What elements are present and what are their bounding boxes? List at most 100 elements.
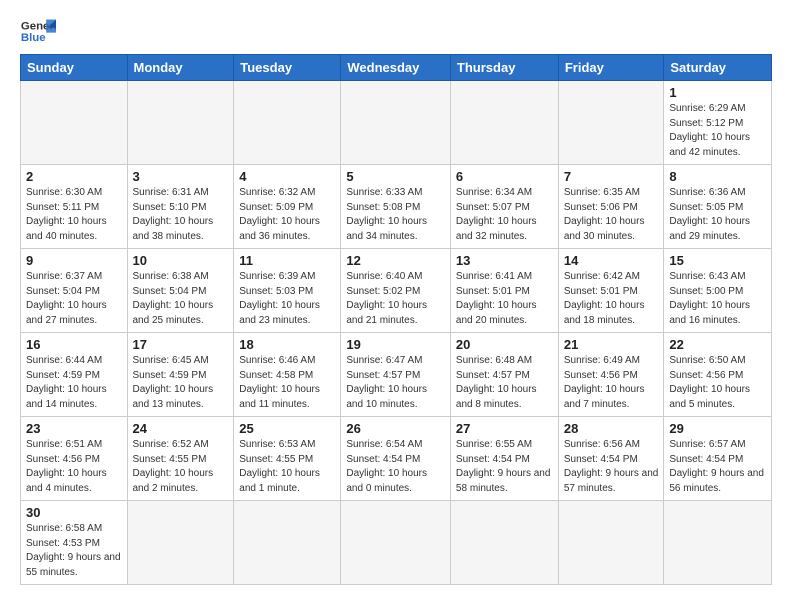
calendar-day-cell: 18 Sunrise: 6:46 AM Sunset: 4:58 PM Dayli…	[234, 333, 341, 417]
day-info: Sunrise: 6:42 AM Sunset: 5:01 PM Dayligh…	[564, 270, 659, 328]
calendar-day-cell: 14Sunrise: 6:42 AM Sunset: 5:01 PM Dayli…	[558, 249, 664, 333]
day-number: 5	[346, 169, 445, 184]
calendar-day-cell: 7Sunrise: 6:35 AM Sunset: 5:06 PM Daylig…	[558, 165, 664, 249]
calendar-day-cell: 13 Sunrise: 6:41 AM Sunset: 5:01 PM Dayli…	[450, 249, 558, 333]
day-info: Sunrise: 6:51 AM Sunset: 4:56 PM Dayligh…	[26, 438, 122, 496]
calendar-day-cell	[234, 81, 341, 165]
day-number: 3	[133, 169, 229, 184]
day-info: Sunrise: 6:30 AM Sunset: 5:11 PM Dayligh…	[26, 186, 122, 244]
calendar-table: SundayMondayTuesdayWednesdayThursdayFrid…	[20, 54, 772, 585]
calendar-day-cell: 22Sunrise: 6:50 AM Sunset: 4:56 PM Dayli…	[664, 333, 772, 417]
calendar-week-6: 30 Sunrise: 6:58 AM Sunset: 4:53 PM Dayli…	[21, 501, 772, 585]
calendar-day-cell: 11 Sunrise: 6:39 AM Sunset: 5:03 PM Dayli…	[234, 249, 341, 333]
day-info: Sunrise: 6:57 AM Sunset: 4:54 PM Dayligh…	[669, 438, 766, 496]
calendar-week-5: 23 Sunrise: 6:51 AM Sunset: 4:56 PM Dayli…	[21, 417, 772, 501]
day-info: Sunrise: 6:38 AM Sunset: 5:04 PM Dayligh…	[133, 270, 229, 328]
weekday-header-row: SundayMondayTuesdayWednesdayThursdayFrid…	[21, 55, 772, 81]
calendar-week-3: 9Sunrise: 6:37 AM Sunset: 5:04 PM Daylig…	[21, 249, 772, 333]
calendar-day-cell	[127, 81, 234, 165]
calendar-day-cell: 16 Sunrise: 6:44 AM Sunset: 4:59 PM Dayli…	[21, 333, 128, 417]
day-number: 29	[669, 421, 766, 436]
page: General Blue SundayMondayTuesdayWednesda…	[0, 0, 792, 601]
day-info: Sunrise: 6:53 AM Sunset: 4:55 PM Dayligh…	[239, 438, 335, 496]
day-info: Sunrise: 6:52 AM Sunset: 4:55 PM Dayligh…	[133, 438, 229, 496]
calendar-day-cell: 3 Sunrise: 6:31 AM Sunset: 5:10 PM Daylig…	[127, 165, 234, 249]
calendar-day-cell: 1 Sunrise: 6:29 AM Sunset: 5:12 PM Daylig…	[664, 81, 772, 165]
calendar-week-2: 2 Sunrise: 6:30 AM Sunset: 5:11 PM Daylig…	[21, 165, 772, 249]
day-number: 10	[133, 253, 229, 268]
day-number: 11	[239, 253, 335, 268]
calendar-day-cell: 26 Sunrise: 6:54 AM Sunset: 4:54 PM Dayli…	[341, 417, 451, 501]
calendar-day-cell: 30 Sunrise: 6:58 AM Sunset: 4:53 PM Dayli…	[21, 501, 128, 585]
calendar-week-1: 1 Sunrise: 6:29 AM Sunset: 5:12 PM Daylig…	[21, 81, 772, 165]
day-info: Sunrise: 6:41 AM Sunset: 5:01 PM Dayligh…	[456, 270, 553, 328]
calendar-week-4: 16 Sunrise: 6:44 AM Sunset: 4:59 PM Dayli…	[21, 333, 772, 417]
generalblue-logo-icon: General Blue	[20, 16, 56, 46]
day-info: Sunrise: 6:48 AM Sunset: 4:57 PM Dayligh…	[456, 354, 553, 412]
calendar-day-cell	[558, 81, 664, 165]
calendar-day-cell: 23 Sunrise: 6:51 AM Sunset: 4:56 PM Dayli…	[21, 417, 128, 501]
day-info: Sunrise: 6:55 AM Sunset: 4:54 PM Dayligh…	[456, 438, 553, 496]
calendar-day-cell	[450, 81, 558, 165]
day-number: 23	[26, 421, 122, 436]
day-number: 7	[564, 169, 659, 184]
calendar-day-cell	[341, 501, 451, 585]
day-number: 4	[239, 169, 335, 184]
day-number: 2	[26, 169, 122, 184]
weekday-header-tuesday: Tuesday	[234, 55, 341, 81]
day-info: Sunrise: 6:40 AM Sunset: 5:02 PM Dayligh…	[346, 270, 445, 328]
day-info: Sunrise: 6:32 AM Sunset: 5:09 PM Dayligh…	[239, 186, 335, 244]
calendar-day-cell: 12Sunrise: 6:40 AM Sunset: 5:02 PM Dayli…	[341, 249, 451, 333]
day-number: 26	[346, 421, 445, 436]
day-info: Sunrise: 6:58 AM Sunset: 4:53 PM Dayligh…	[26, 522, 122, 580]
calendar-day-cell: 17 Sunrise: 6:45 AM Sunset: 4:59 PM Dayli…	[127, 333, 234, 417]
calendar-day-cell: 28 Sunrise: 6:56 AM Sunset: 4:54 PM Dayli…	[558, 417, 664, 501]
calendar-day-cell: 29 Sunrise: 6:57 AM Sunset: 4:54 PM Dayli…	[664, 417, 772, 501]
day-info: Sunrise: 6:56 AM Sunset: 4:54 PM Dayligh…	[564, 438, 659, 496]
day-info: Sunrise: 6:33 AM Sunset: 5:08 PM Dayligh…	[346, 186, 445, 244]
calendar-day-cell: 24 Sunrise: 6:52 AM Sunset: 4:55 PM Dayli…	[127, 417, 234, 501]
day-number: 16	[26, 337, 122, 352]
day-number: 30	[26, 505, 122, 520]
calendar-day-cell: 5 Sunrise: 6:33 AM Sunset: 5:08 PM Daylig…	[341, 165, 451, 249]
day-number: 18	[239, 337, 335, 352]
weekday-header-friday: Friday	[558, 55, 664, 81]
day-info: Sunrise: 6:47 AM Sunset: 4:57 PM Dayligh…	[346, 354, 445, 412]
day-number: 28	[564, 421, 659, 436]
day-info: Sunrise: 6:54 AM Sunset: 4:54 PM Dayligh…	[346, 438, 445, 496]
day-info: Sunrise: 6:49 AM Sunset: 4:56 PM Dayligh…	[564, 354, 659, 412]
calendar-day-cell: 2 Sunrise: 6:30 AM Sunset: 5:11 PM Daylig…	[21, 165, 128, 249]
calendar-day-cell: 27 Sunrise: 6:55 AM Sunset: 4:54 PM Dayli…	[450, 417, 558, 501]
day-info: Sunrise: 6:34 AM Sunset: 5:07 PM Dayligh…	[456, 186, 553, 244]
day-number: 27	[456, 421, 553, 436]
day-number: 13	[456, 253, 553, 268]
day-number: 1	[669, 85, 766, 100]
calendar-day-cell	[234, 501, 341, 585]
day-number: 8	[669, 169, 766, 184]
day-info: Sunrise: 6:45 AM Sunset: 4:59 PM Dayligh…	[133, 354, 229, 412]
calendar-day-cell	[127, 501, 234, 585]
weekday-header-thursday: Thursday	[450, 55, 558, 81]
calendar-day-cell: 19 Sunrise: 6:47 AM Sunset: 4:57 PM Dayli…	[341, 333, 451, 417]
day-info: Sunrise: 6:46 AM Sunset: 4:58 PM Dayligh…	[239, 354, 335, 412]
calendar-day-cell	[558, 501, 664, 585]
calendar-day-cell: 15 Sunrise: 6:43 AM Sunset: 5:00 PM Dayli…	[664, 249, 772, 333]
day-number: 22	[669, 337, 766, 352]
day-info: Sunrise: 6:29 AM Sunset: 5:12 PM Dayligh…	[669, 102, 766, 160]
day-number: 17	[133, 337, 229, 352]
day-info: Sunrise: 6:37 AM Sunset: 5:04 PM Dayligh…	[26, 270, 122, 328]
day-info: Sunrise: 6:39 AM Sunset: 5:03 PM Dayligh…	[239, 270, 335, 328]
weekday-header-sunday: Sunday	[21, 55, 128, 81]
day-number: 15	[669, 253, 766, 268]
weekday-header-monday: Monday	[127, 55, 234, 81]
weekday-header-wednesday: Wednesday	[341, 55, 451, 81]
weekday-header-saturday: Saturday	[664, 55, 772, 81]
calendar-day-cell: 9Sunrise: 6:37 AM Sunset: 5:04 PM Daylig…	[21, 249, 128, 333]
day-number: 19	[346, 337, 445, 352]
day-number: 24	[133, 421, 229, 436]
svg-text:Blue: Blue	[21, 32, 46, 44]
calendar-day-cell: 20Sunrise: 6:48 AM Sunset: 4:57 PM Dayli…	[450, 333, 558, 417]
day-info: Sunrise: 6:31 AM Sunset: 5:10 PM Dayligh…	[133, 186, 229, 244]
day-info: Sunrise: 6:43 AM Sunset: 5:00 PM Dayligh…	[669, 270, 766, 328]
day-info: Sunrise: 6:44 AM Sunset: 4:59 PM Dayligh…	[26, 354, 122, 412]
